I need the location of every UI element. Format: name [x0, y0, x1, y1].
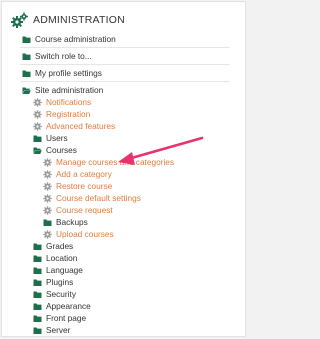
administration-block: ADMINISTRATION Course administration Swi… [1, 1, 246, 337]
annotation-arrow [118, 136, 204, 165]
